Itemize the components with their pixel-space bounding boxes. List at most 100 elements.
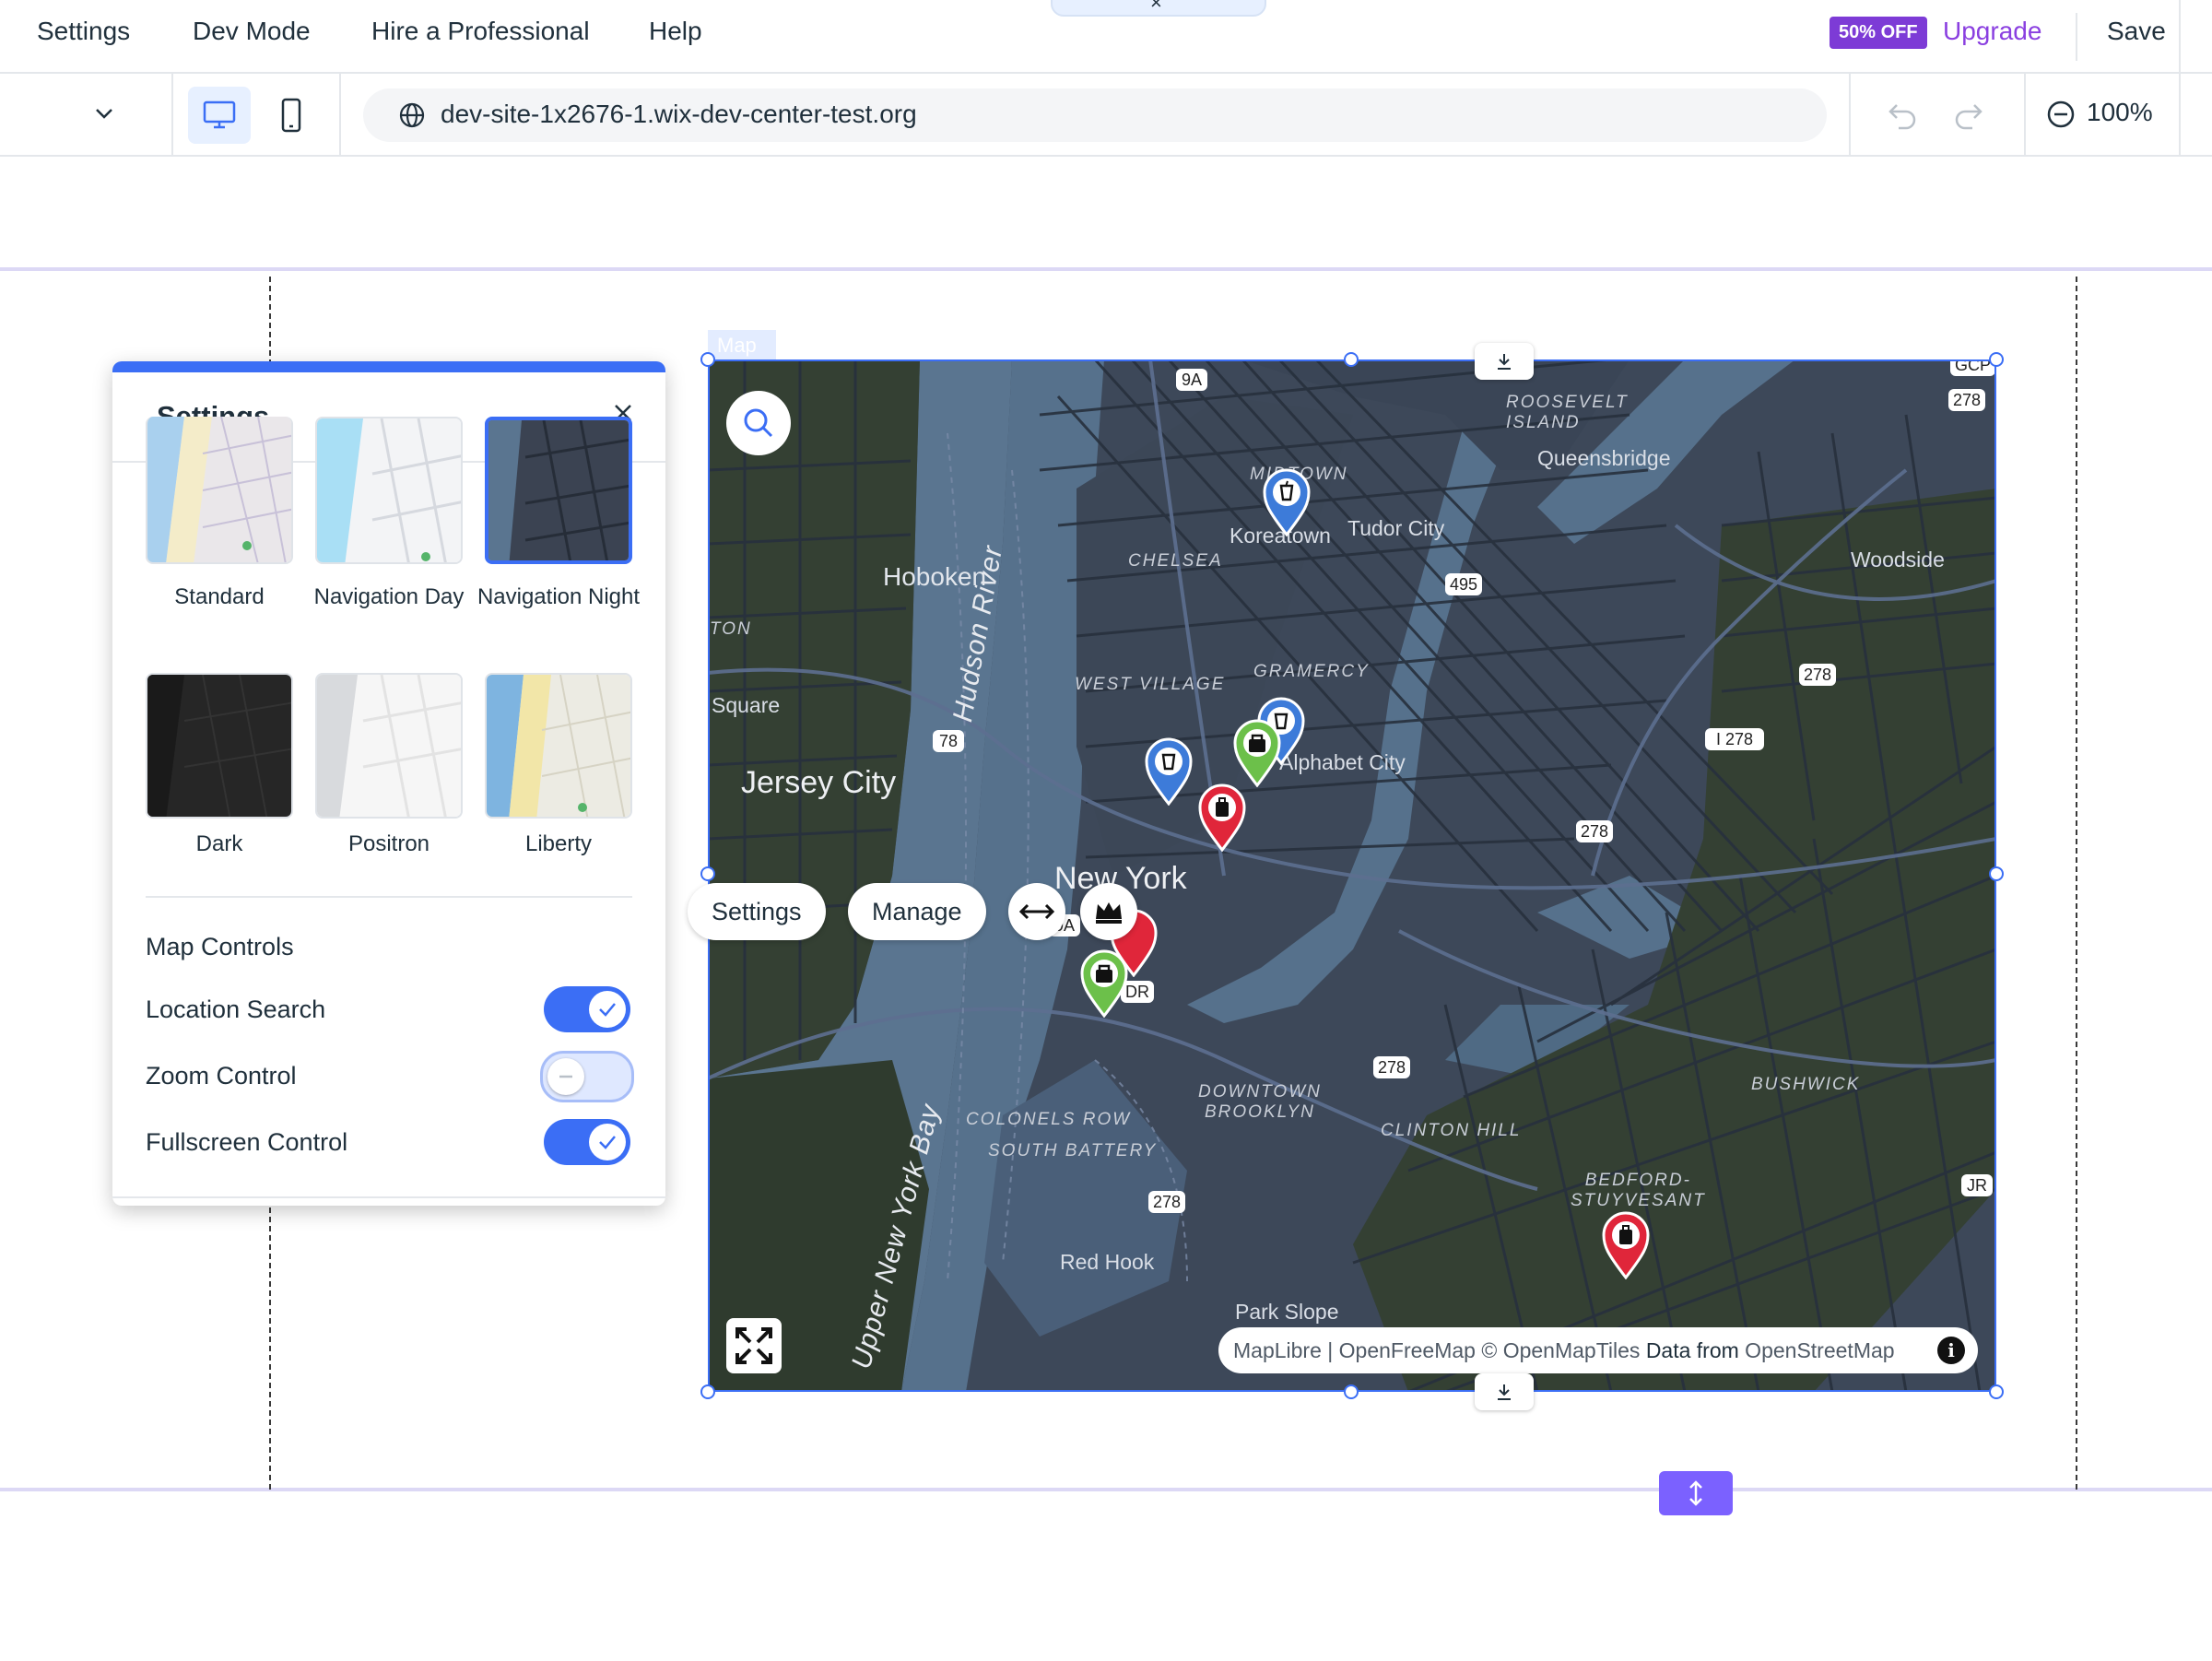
stretch-icon	[1018, 903, 1055, 920]
search-icon	[744, 408, 773, 438]
style-label-navigation-night: Navigation Night	[477, 584, 641, 609]
resize-handle[interactable]	[700, 352, 715, 367]
premium-button[interactable]	[1080, 883, 1137, 940]
undo-icon[interactable]	[1886, 98, 1919, 131]
settings-panel: Settings Standard Navigation Day Navigat…	[112, 361, 665, 1206]
label-bedford-stuyvesant: BEDFORD- STUYVESANT	[1571, 1171, 1706, 1210]
zoom-control-toggle[interactable]	[540, 1051, 634, 1102]
highway-shield: 78	[933, 730, 964, 752]
resize-handle[interactable]	[1989, 866, 2004, 881]
map-attribution: MapLibre | OpenFreeMap © OpenMapTiles Da…	[1218, 1327, 1978, 1373]
fullscreen-control-label: Fullscreen Control	[146, 1128, 348, 1156]
globe-icon	[399, 102, 425, 128]
style-option-positron[interactable]	[315, 673, 463, 819]
label-ton: TON	[710, 619, 752, 639]
chevron-down-icon[interactable]	[90, 100, 118, 127]
label-queensbridge: Queensbridge	[1537, 446, 1671, 470]
resize-handle[interactable]	[700, 1384, 715, 1399]
discount-badge: 50% OFF	[1830, 17, 1927, 49]
map-widget[interactable]: New York Jersey City Hoboken Hudson Rive…	[708, 359, 1996, 1392]
label-jersey-city: Jersey City	[741, 765, 897, 800]
info-icon[interactable]: i	[1937, 1337, 1965, 1364]
upgrade-link[interactable]: Upgrade	[1943, 17, 2041, 46]
attr-separator: |	[1321, 1338, 1339, 1362]
menu-help[interactable]: Help	[649, 17, 702, 46]
highway-shield: 278	[1948, 389, 1986, 411]
anchor-top-button[interactable]	[1475, 343, 1534, 380]
divider	[171, 74, 173, 157]
label-tudor-city: Tudor City	[1347, 516, 1445, 540]
zoom-out-icon[interactable]	[2046, 100, 2076, 129]
download-icon	[1498, 1384, 1511, 1400]
style-option-navigation-day[interactable]	[315, 417, 463, 564]
menu-hire-professional[interactable]: Hire a Professional	[371, 17, 590, 46]
resize-handle[interactable]	[700, 866, 715, 881]
map-marker[interactable]	[1600, 1211, 1652, 1280]
check-icon	[599, 1003, 616, 1017]
url-bar[interactable]: dev-site-1x2676-1.wix-dev-center-test.or…	[363, 88, 1827, 142]
mobile-view-button[interactable]	[260, 87, 323, 144]
highway-shield: 278	[1799, 664, 1837, 686]
redo-icon[interactable]	[1952, 98, 1985, 131]
label-chelsea: CHELSEA	[1128, 551, 1223, 571]
location-search-toggle[interactable]	[544, 986, 630, 1032]
style-label-positron: Positron	[347, 831, 430, 856]
zoom-level[interactable]: 100%	[2087, 98, 2153, 127]
menu-dev-mode[interactable]: Dev Mode	[193, 17, 311, 46]
highway-shield: JR	[1961, 1174, 1993, 1196]
settings-action-button[interactable]: Settings	[688, 883, 826, 940]
attr-data-from: Data from	[1645, 1338, 1739, 1362]
attr-osm-link[interactable]: OpenStreetMap	[1739, 1338, 1894, 1362]
vertical-resize-icon	[1689, 1480, 1702, 1506]
save-button[interactable]: Save	[2107, 17, 2166, 46]
site-url: dev-site-1x2676-1.wix-dev-center-test.or…	[441, 100, 917, 128]
mobile-icon	[281, 98, 301, 133]
resize-handle[interactable]	[1989, 1384, 2004, 1399]
fullscreen-icon	[735, 1327, 772, 1364]
label-roosevelt-island: ROOSEVELT ISLAND	[1506, 393, 1629, 432]
element-tag: Map	[708, 330, 776, 359]
section-resize-handle[interactable]	[1659, 1471, 1733, 1515]
desktop-view-button[interactable]	[188, 87, 251, 144]
label-clinton-hill: CLINTON HILL	[1381, 1121, 1522, 1140]
style-label-navigation-day: Navigation Day	[313, 584, 465, 609]
attr-openmaptiles-link[interactable]: © OpenMapTiles	[1476, 1338, 1646, 1362]
resize-handle[interactable]	[1344, 1384, 1359, 1399]
divider	[2179, 74, 2181, 157]
map-controls-title: Map Controls	[146, 933, 294, 960]
section-bottom-border	[0, 1488, 2212, 1491]
editor-toolbar: dev-site-1x2676-1.wix-dev-center-test.or…	[0, 74, 2212, 157]
minus-icon	[559, 1075, 572, 1078]
close-icon[interactable]: ×	[1150, 0, 1162, 15]
map-search-button[interactable]	[726, 391, 791, 455]
desktop-icon	[203, 100, 236, 129]
panel-accent-bar	[112, 361, 665, 372]
check-icon	[599, 1136, 616, 1149]
label-bushwick: BUSHWICK	[1751, 1075, 1861, 1094]
style-option-liberty[interactable]	[485, 673, 632, 819]
zoom-control-label: Zoom Control	[146, 1062, 297, 1090]
stretch-button[interactable]	[1008, 883, 1065, 940]
divider	[2024, 74, 2026, 157]
manage-action-button[interactable]: Manage	[848, 883, 986, 940]
highway-shield: 9A	[1176, 369, 1207, 391]
preview-tab[interactable]: ×	[1051, 0, 1266, 17]
attr-openfreemap-link[interactable]: OpenFreeMap	[1339, 1338, 1476, 1362]
map-marker[interactable]	[1261, 468, 1312, 537]
fullscreen-button[interactable]	[726, 1318, 782, 1373]
resize-handle[interactable]	[1344, 352, 1359, 367]
attr-maplibre-link[interactable]: MapLibre	[1233, 1338, 1322, 1362]
map-marker[interactable]	[1143, 737, 1194, 807]
style-option-dark[interactable]	[146, 673, 293, 819]
style-option-navigation-night[interactable]	[485, 417, 632, 564]
label-colonels-row: COLONELS ROW	[966, 1110, 1132, 1129]
top-menu-bar: Settings Dev Mode Hire a Professional He…	[0, 0, 2212, 74]
fullscreen-control-toggle[interactable]	[544, 1119, 630, 1165]
anchor-bottom-button[interactable]	[1475, 1373, 1534, 1410]
style-option-standard[interactable]	[146, 417, 293, 564]
download-icon	[1498, 354, 1511, 370]
map-marker[interactable]	[1196, 783, 1248, 853]
menu-settings[interactable]: Settings	[37, 17, 130, 46]
resize-handle[interactable]	[1989, 352, 2004, 367]
map-marker[interactable]	[1231, 719, 1283, 788]
